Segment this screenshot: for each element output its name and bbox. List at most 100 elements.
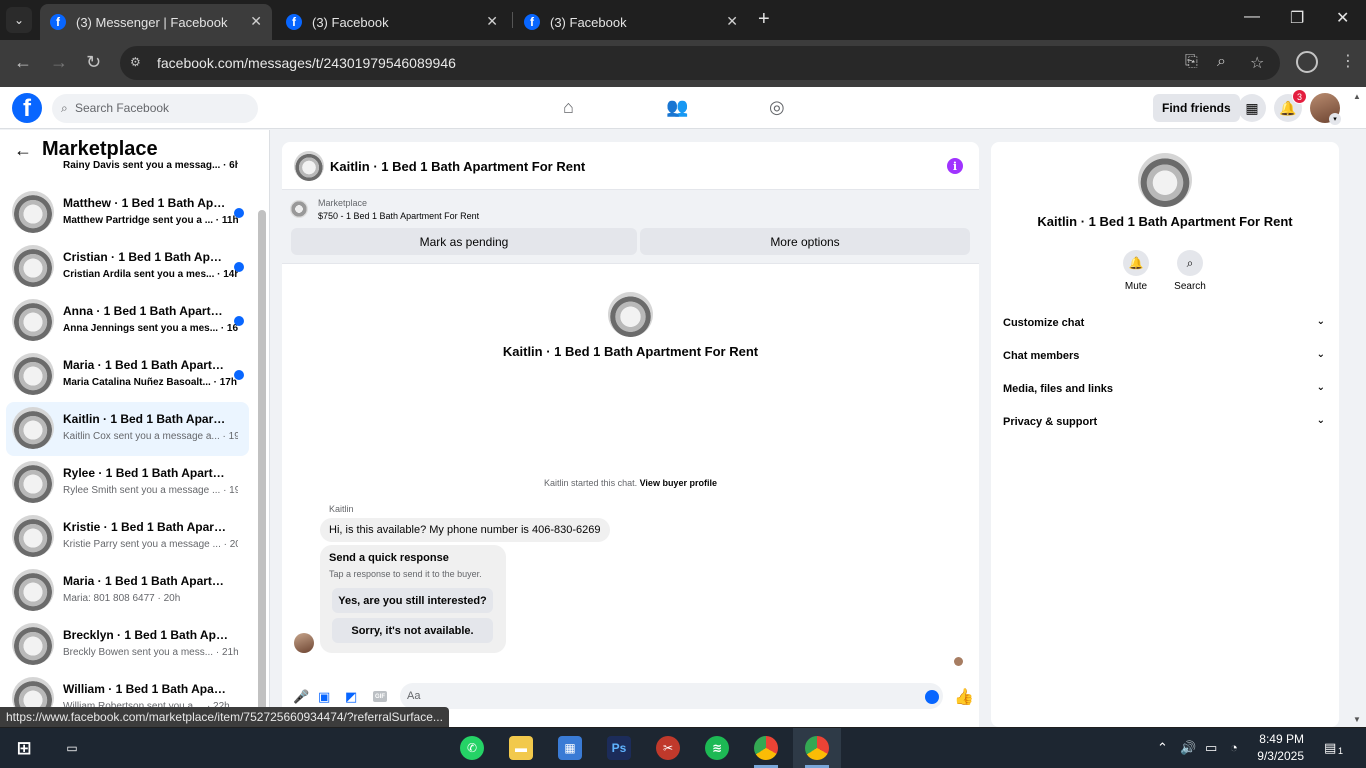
whatsapp-icon[interactable]: ✆ [460,736,484,760]
listing-thumbnail [12,407,54,449]
reload-icon[interactable]: ↻ [86,52,101,73]
privacy-support-row[interactable]: Privacy & support ⌄ [1003,410,1327,434]
browser-menu-icon[interactable]: ⋮ [1340,51,1356,71]
close-tab-icon[interactable]: ✕ [250,13,262,30]
find-friends-button[interactable]: Find friends [1153,94,1240,122]
facebook-logo-icon[interactable]: f [12,93,42,123]
spotify-icon[interactable]: ≋ [705,736,729,760]
file-explorer-icon[interactable]: ▬ [509,736,533,760]
browser-toolbar: ← → ↻ ⚙ facebook.com/messages/t/24301979… [0,40,1366,87]
close-tab-icon[interactable]: ✕ [486,13,498,30]
conversation-preview: Breckly Bowen sent you a mess... · 21h [63,647,238,658]
mark-as-pending-button[interactable]: Mark as pending [291,228,637,255]
home-icon[interactable]: ⌂ [563,97,574,118]
listing-thumbnail [12,461,54,503]
thumbs-up-icon[interactable]: 👍 [954,687,974,707]
volume-icon[interactable]: 🔊 [1180,740,1196,756]
chrome-profile-icon[interactable] [805,736,829,760]
conversation-name: Kristie · 1 Bed 1 Bath Apartment... [63,520,228,534]
view-buyer-profile-link[interactable]: View buyer profile [640,478,717,488]
info-icon[interactable]: i [947,158,963,174]
microphone-icon[interactable]: 🎤 [293,689,309,705]
url-text[interactable]: facebook.com/messages/t/2430197954608994… [157,55,456,71]
close-tab-icon[interactable]: ✕ [726,13,738,30]
conversation-preview: Rainy Davis sent you a messag... · 6h [63,160,238,171]
friends-icon[interactable]: 👥 [666,97,688,118]
message-input[interactable] [400,683,943,709]
snipping-tool-icon[interactable]: ✂ [656,736,680,760]
photoshop-icon[interactable]: Ps [607,736,631,760]
battery-icon[interactable]: ▭ [1205,740,1217,756]
conversation-item[interactable]: Anna · 1 Bed 1 Bath Apartmen... Anna Jen… [6,294,249,348]
scroll-up-arrow-icon[interactable]: ▲ [1353,92,1361,101]
list-scrollbar[interactable] [258,210,266,727]
listing-thumbnail [12,623,54,665]
scroll-down-arrow-icon[interactable]: ▼ [1353,715,1361,724]
emoji-icon[interactable] [925,690,939,704]
sender-avatar[interactable] [294,633,314,653]
window-close-icon[interactable]: ✕ [1336,8,1349,28]
conversation-item[interactable]: Brecklyn · 1 Bed 1 Bath Apartme... Breck… [6,618,249,672]
facebook-favicon-icon: f [50,14,66,30]
microsoft-store-icon[interactable]: ▦ [558,736,582,760]
conversation-preview: Rylee Smith sent you a message ... · 19h [63,485,238,496]
customize-chat-row[interactable]: Customize chat ⌄ [1003,311,1327,335]
conversation-item[interactable]: Cristian · 1 Bed 1 Bath Apartm... Cristi… [6,240,249,294]
chat-members-row[interactable]: Chat members ⌄ [1003,344,1327,368]
tab-facebook-2[interactable]: f (3) Facebook ✕ [514,4,748,40]
bookmark-star-icon[interactable]: ☆ [1250,53,1264,73]
conversation-item-selected[interactable]: Kaitlin · 1 Bed 1 Bath Apartment... Kait… [6,402,249,456]
quick-response-title: Send a quick response [329,552,449,564]
quick-response-unavailable-button[interactable]: Sorry, it's not available. [332,618,493,643]
conversation-item[interactable]: Kristie · 1 Bed 1 Bath Apartment... Kris… [6,510,249,564]
conversation-item[interactable]: Rainy Davis sent you a messag... · 6h [6,152,249,176]
system-clock[interactable]: 8:49 PM 9/3/2025 [1252,731,1304,765]
back-icon[interactable]: ← [14,52,32,73]
chat-title[interactable]: Kaitlin · 1 Bed 1 Bath Apartment For Ren… [330,159,585,174]
chat-thumbnail[interactable] [294,151,324,181]
tab-messenger[interactable]: f (3) Messenger | Facebook ✕ [40,4,272,40]
tab-divider [512,12,513,28]
conversation-item[interactable]: Maria · 1 Bed 1 Bath Apartment ... Maria… [6,564,249,618]
tab-facebook-1[interactable]: f (3) Facebook ✕ [276,4,508,40]
new-tab-icon[interactable]: + [758,8,770,31]
conversation-name: Cristian · 1 Bed 1 Bath Apartm... [63,250,228,264]
row-label: Chat members [1003,350,1080,362]
search-facebook-field[interactable]: ⌕ Search Facebook [52,94,258,123]
account-caret-icon[interactable]: ▾ [1329,113,1341,125]
tab-title: (3) Messenger | Facebook [76,14,228,30]
browser-profile-icon[interactable] [1296,51,1318,73]
action-center-icon[interactable]: ▤ [1324,740,1336,756]
wifi-icon[interactable]: ◔ [1230,740,1238,755]
search-conversation-button[interactable]: ⌕ Search [1165,250,1215,292]
zoom-icon[interactable]: ⌕ [1217,53,1226,71]
forward-icon[interactable]: → [50,52,68,73]
media-files-links-row[interactable]: Media, files and links ⌄ [1003,377,1327,401]
windows-start-icon[interactable]: ⊞ [12,736,36,760]
site-info-icon[interactable]: ⚙ [130,55,146,71]
more-options-button[interactable]: More options [640,228,970,255]
gif-icon[interactable]: GIF [373,691,387,702]
conversation-item[interactable]: Matthew · 1 Bed 1 Bath Apart... Matthew … [6,186,249,240]
conversation-name: Maria · 1 Bed 1 Bath Apartment ... [63,574,228,588]
chrome-icon[interactable] [754,736,778,760]
address-bar[interactable]: ⚙ facebook.com/messages/t/24301979546089… [120,46,1280,80]
groups-icon[interactable]: ◎ [769,97,785,118]
sticker-icon[interactable]: ◩ [345,689,357,705]
listing-title[interactable]: $750 - 1 Bed 1 Bath Apartment For Rent [318,211,479,221]
restore-icon[interactable]: ❐ [1290,8,1304,28]
conversation-item[interactable]: Rylee · 1 Bed 1 Bath Apartment ... Rylee… [6,456,249,510]
task-view-icon[interactable]: ▭ [60,736,84,760]
minimize-icon[interactable]: — [1244,8,1260,26]
mute-button[interactable]: 🔔 Mute [1111,250,1161,292]
browser-tab-bar: ⌄ f (3) Messenger | Facebook ✕ f (3) Fac… [0,0,1366,40]
show-hidden-icons[interactable]: ⌃ [1157,740,1168,756]
windows-taskbar: ⊞ ▭ ✆ ▬ ▦ Ps ✂ ≋ ⌃ 🔊 ▭ ◔ 8:49 PM 9/3/202… [0,728,1366,768]
quick-response-card: Send a quick response Tap a response to … [320,545,506,653]
install-app-icon[interactable]: ⎘ [1185,53,1198,71]
tab-search-dropdown[interactable]: ⌄ [6,7,32,33]
menu-grid-icon[interactable]: ▦ [1238,94,1266,122]
quick-response-interested-button[interactable]: Yes, are you still interested? [332,588,493,613]
photo-icon[interactable]: ▣ [318,689,330,705]
conversation-item[interactable]: Maria · 1 Bed 1 Bath Apartme... Maria Ca… [6,348,249,402]
